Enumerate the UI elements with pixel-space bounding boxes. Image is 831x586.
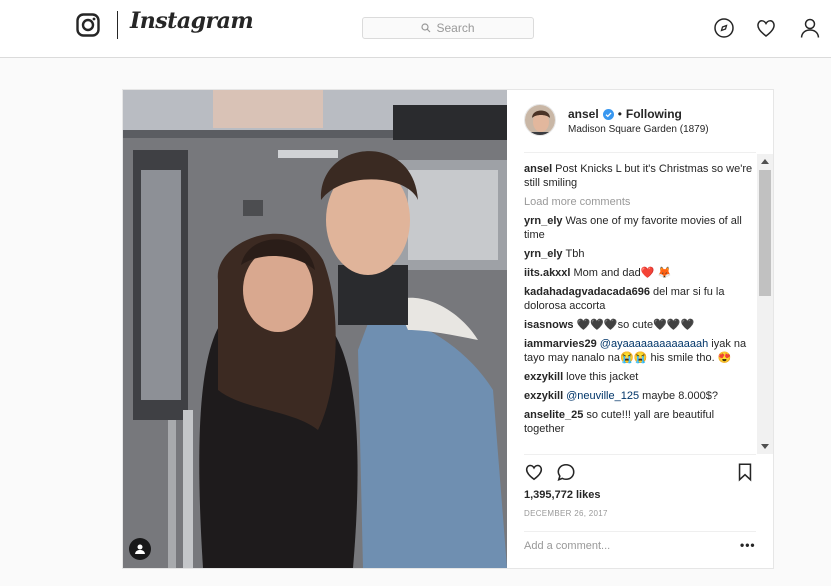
camera-logo-icon[interactable]: [76, 13, 100, 37]
heart-icon[interactable]: [755, 17, 777, 39]
tag-user-icon[interactable]: [129, 538, 151, 560]
post-sidebar: ansel • Following Madison Square Garden …: [507, 90, 773, 568]
post-author: ansel • Following: [568, 107, 682, 121]
caption-username[interactable]: ansel: [524, 163, 552, 175]
comment-item: yrn_ely Was one of my favorite movies of …: [524, 214, 756, 242]
comment-username[interactable]: anselite_25: [524, 409, 583, 421]
scrollbar-thumb[interactable]: [759, 170, 771, 296]
separator-dot: •: [617, 107, 622, 121]
comment-item: iits.akxxl Mom and dad❤️ 🦊: [524, 266, 756, 280]
avatar[interactable]: [524, 104, 556, 136]
comment-item: yrn_ely Tbh: [524, 247, 756, 261]
comment-text: Tbh: [565, 248, 585, 260]
bookmark-icon[interactable]: [735, 462, 755, 482]
top-navigation-bar: Instagram Search: [0, 0, 831, 58]
post-date: DECEMBER 26, 2017: [524, 509, 608, 518]
comment-username[interactable]: iammarvies29: [524, 338, 597, 350]
comment-item: anselite_25 so cute!!! yall are beautiful…: [524, 408, 756, 436]
subway-photo-illustration: [123, 90, 507, 568]
following-button[interactable]: Following: [626, 107, 682, 121]
comment-bubble-icon[interactable]: [556, 462, 576, 482]
compass-icon[interactable]: [713, 17, 735, 39]
search-input[interactable]: Search: [362, 17, 534, 39]
post-photo[interactable]: [123, 90, 507, 568]
scroll-down-arrow-icon[interactable]: [761, 444, 769, 449]
comment-item: isasnows 🖤🖤🖤so cute🖤🖤🖤: [524, 318, 756, 332]
add-comment-input[interactable]: Add a comment...: [524, 540, 610, 552]
comment-item: iammarvies29 @ayaaaaaaaaaaaaah iyak na ta…: [524, 337, 756, 365]
comment-text: maybe 8.000$?: [642, 390, 718, 402]
comment-username[interactable]: isasnows: [524, 319, 574, 331]
comment-item: kadahadagvadacada696 del mar si fu la dol…: [524, 285, 756, 313]
comment-mention[interactable]: @neuville_125: [566, 390, 639, 402]
like-count[interactable]: 1,395,772 likes: [524, 489, 600, 501]
divider: [524, 531, 756, 532]
location-link[interactable]: Madison Square Garden (1879): [568, 124, 709, 135]
search-placeholder: Search: [436, 21, 475, 35]
comments-list[interactable]: ansel Post Knicks L but it's Christmas so…: [524, 162, 756, 452]
instagram-wordmark[interactable]: Instagram: [130, 8, 254, 34]
comment-item: exzykill @neuville_125 maybe 8.000$?: [524, 389, 756, 403]
comment-text: 🖤🖤🖤so cute🖤🖤🖤: [576, 319, 695, 331]
more-options-icon[interactable]: •••: [740, 538, 756, 552]
load-more-comments-button[interactable]: Load more comments: [524, 195, 756, 209]
comment-username[interactable]: yrn_ely: [524, 215, 563, 227]
post-header: ansel • Following Madison Square Garden …: [524, 104, 756, 138]
comment-text: Mom and dad❤️ 🦊: [573, 267, 672, 279]
comment-username[interactable]: kadahadagvadacada696: [524, 286, 650, 298]
divider: [524, 454, 756, 455]
divider: [524, 152, 756, 153]
comment-item: exzykill love this jacket: [524, 370, 756, 384]
username-link[interactable]: ansel: [568, 107, 599, 121]
profile-icon[interactable]: [799, 17, 821, 39]
comment-username[interactable]: exzykill: [524, 390, 563, 402]
comment-text: love this jacket: [566, 371, 639, 383]
comment-username[interactable]: exzykill: [524, 371, 563, 383]
comments-scrollbar[interactable]: [757, 154, 773, 454]
caption: ansel Post Knicks L but it's Christmas so…: [524, 162, 756, 190]
scroll-up-arrow-icon[interactable]: [761, 159, 769, 164]
comment-username[interactable]: iits.akxxl: [524, 267, 570, 279]
verified-badge-icon: [602, 108, 614, 120]
comment-mention[interactable]: @ayaaaaaaaaaaaaah: [600, 338, 708, 350]
caption-text: Post Knicks L but it's Christmas so we'r…: [524, 163, 753, 189]
search-icon: [421, 23, 431, 33]
logo-divider: [117, 11, 118, 39]
like-heart-icon[interactable]: [524, 462, 544, 482]
comment-username[interactable]: yrn_ely: [524, 248, 563, 260]
post-card: ansel • Following Madison Square Garden …: [122, 89, 774, 569]
